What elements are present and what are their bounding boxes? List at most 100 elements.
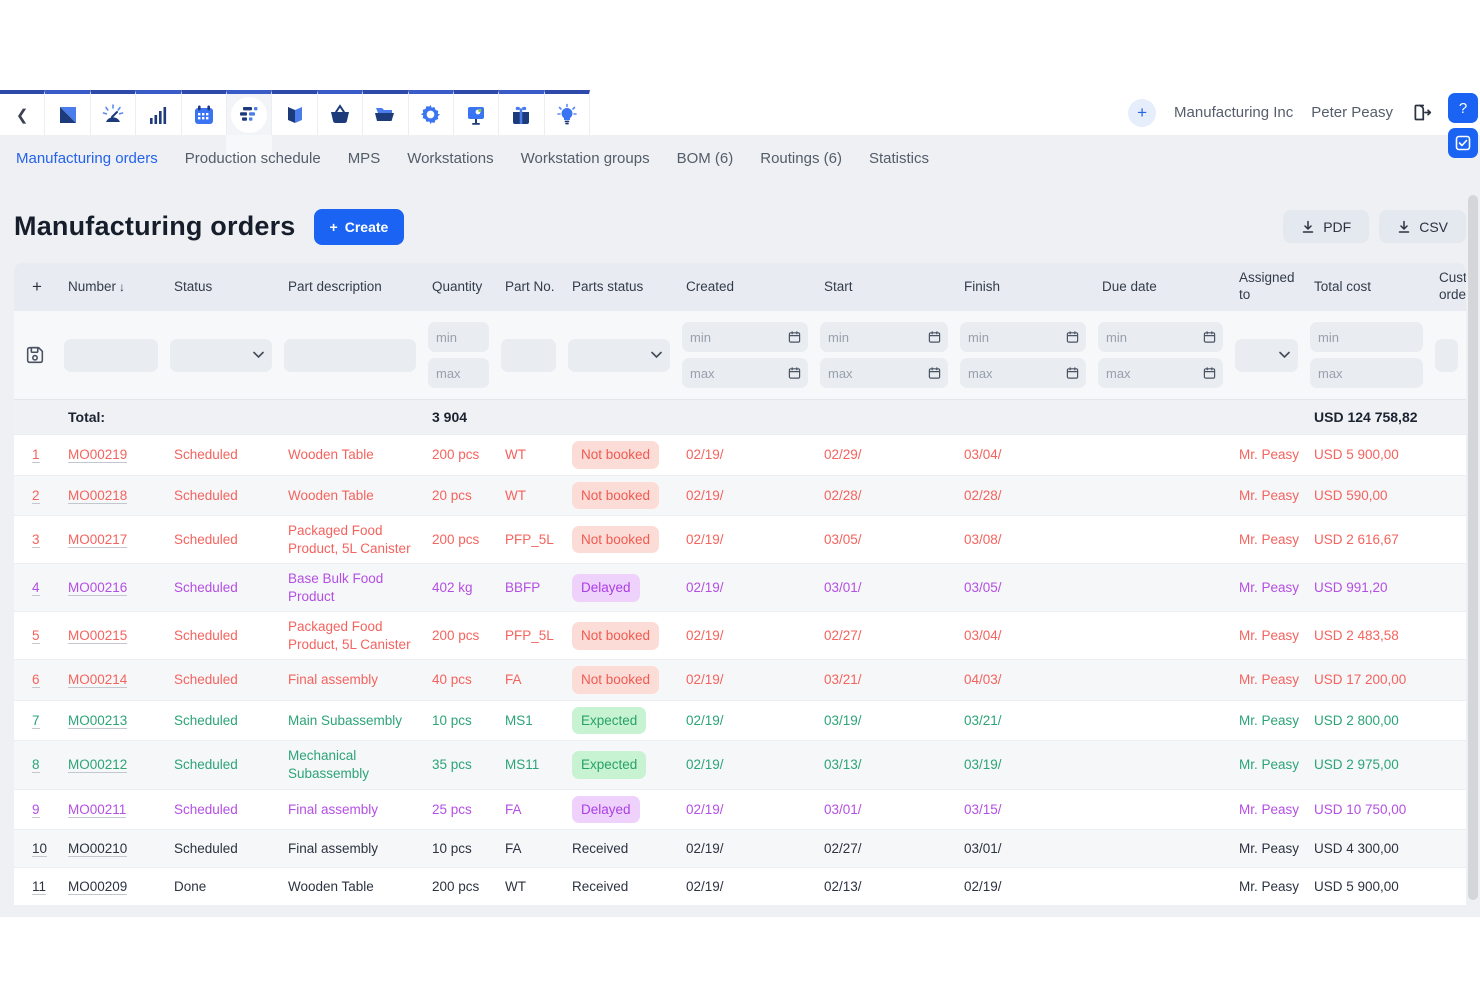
row-index-link[interactable]: 4 (32, 580, 40, 596)
module-rewards[interactable] (499, 90, 544, 135)
filter-customer-order-input[interactable] (1435, 339, 1458, 372)
filter-quantity-max-input[interactable] (428, 358, 489, 388)
column-header-quantity[interactable]: Quantity (424, 274, 497, 301)
column-header-parts-status[interactable]: Parts status (564, 274, 678, 301)
module-production-planning[interactable] (227, 90, 272, 135)
table-row[interactable]: 3 MO00217 Scheduled Packaged Food Produc… (14, 515, 1466, 563)
logout-icon[interactable] (1411, 102, 1432, 123)
tab-workstation-groups[interactable]: Workstation groups (521, 150, 650, 167)
column-header-number[interactable]: Number↓ (60, 274, 166, 301)
order-number-link[interactable]: MO00210 (68, 841, 127, 857)
filter-status-select[interactable] (170, 339, 272, 372)
filter-start-min-input[interactable] (820, 322, 948, 352)
row-index-link[interactable]: 8 (32, 757, 40, 773)
add-column-button[interactable]: + (14, 271, 60, 302)
row-index-link[interactable]: 7 (32, 713, 40, 729)
filter-finish-min-input[interactable] (960, 322, 1086, 352)
filter-start-max-input[interactable] (820, 358, 948, 388)
module-procurement[interactable] (318, 90, 363, 135)
vertical-scrollbar[interactable] (1468, 195, 1478, 900)
table-row[interactable]: 4 MO00216 Scheduled Base Bulk Food Produ… (14, 563, 1466, 611)
export-pdf-button[interactable]: PDF (1283, 210, 1369, 243)
row-index-link[interactable]: 10 (32, 841, 47, 857)
module-statistics[interactable] (136, 90, 181, 135)
order-number-link[interactable]: MO00218 (68, 488, 127, 504)
column-header-total-cost[interactable]: Total cost (1306, 274, 1431, 301)
module-crm[interactable] (91, 90, 136, 135)
export-csv-button[interactable]: CSV (1379, 210, 1466, 243)
column-header-part-no[interactable]: Part No. (497, 274, 564, 301)
column-header-customer-order[interactable]: Customer order (1431, 265, 1466, 309)
create-button[interactable]: + Create (314, 209, 405, 245)
module-settings[interactable] (409, 90, 454, 135)
filter-quantity-min-input[interactable] (428, 322, 489, 352)
filter-assigned-to-select[interactable] (1235, 339, 1298, 372)
user-name[interactable]: Peter Peasy (1311, 104, 1393, 121)
module-calendar[interactable] (182, 90, 227, 135)
filter-part-no-input[interactable] (501, 339, 556, 372)
module-stock[interactable] (272, 90, 317, 135)
module-kiosk[interactable] (454, 90, 499, 135)
tab-manufacturing-orders[interactable]: Manufacturing orders (16, 150, 158, 167)
filter-total-cost-min-input[interactable] (1310, 322, 1423, 352)
column-header-part-description[interactable]: Part description (280, 274, 424, 301)
order-number-link[interactable]: MO00219 (68, 447, 127, 463)
tasks-button[interactable] (1448, 128, 1478, 158)
part-number: WT (497, 481, 564, 511)
order-number-link[interactable]: MO00212 (68, 757, 127, 773)
table-row[interactable]: 8 MO00212 Scheduled Mechanical Subassemb… (14, 740, 1466, 788)
order-number-link[interactable]: MO00216 (68, 580, 127, 596)
module-dashboard[interactable] (45, 90, 90, 135)
table-row[interactable]: 1 MO00219 Scheduled Wooden Table 200 pcs… (14, 434, 1466, 475)
tab-production-schedule[interactable]: Production schedule (185, 150, 321, 167)
row-index-link[interactable]: 11 (32, 879, 46, 895)
back-button[interactable]: ❮ (0, 90, 45, 135)
table-row[interactable]: 6 MO00214 Scheduled Final assembly 40 pc… (14, 659, 1466, 700)
tab-statistics[interactable]: Statistics (869, 150, 929, 167)
column-header-start[interactable]: Start (816, 274, 956, 301)
filter-parts-status-select[interactable] (568, 339, 670, 372)
filter-created-max-input[interactable] (682, 358, 808, 388)
table-row[interactable]: 7 MO00213 Scheduled Main Subassembly 10 … (14, 700, 1466, 741)
column-header-created[interactable]: Created (678, 274, 816, 301)
filter-created-min-input[interactable] (682, 322, 808, 352)
tab-mps[interactable]: MPS (348, 150, 381, 167)
company-name[interactable]: Manufacturing Inc (1174, 104, 1293, 121)
order-number-link[interactable]: MO00217 (68, 532, 127, 548)
filter-number-input[interactable] (64, 339, 158, 372)
tab-bom-6-[interactable]: BOM (6) (677, 150, 734, 167)
column-header-status[interactable]: Status (166, 274, 280, 301)
row-index-link[interactable]: 5 (32, 628, 40, 644)
tab-workstations[interactable]: Workstations (407, 150, 493, 167)
order-number-link[interactable]: MO00211 (68, 802, 126, 818)
table-row[interactable]: 5 MO00215 Scheduled Packaged Food Produc… (14, 611, 1466, 659)
total-cost: USD 5 900,00 (1306, 440, 1431, 470)
filter-finish-max-input[interactable] (960, 358, 1086, 388)
row-index-link[interactable]: 9 (32, 802, 40, 818)
save-icon[interactable] (24, 344, 46, 366)
row-index-link[interactable]: 6 (32, 672, 40, 688)
filter-due-date-max-input[interactable] (1098, 358, 1223, 388)
order-number-link[interactable]: MO00213 (68, 713, 127, 729)
filter-part-description-input[interactable] (284, 339, 416, 372)
column-header-due-date[interactable]: Due date (1094, 274, 1231, 301)
table-row[interactable]: 10 MO00210 Scheduled Final assembly 10 p… (14, 829, 1466, 867)
module-documents[interactable] (363, 90, 408, 135)
tab-routings-6-[interactable]: Routings (6) (760, 150, 842, 167)
row-index-link[interactable]: 2 (32, 488, 40, 504)
column-header-finish[interactable]: Finish (956, 274, 1094, 301)
table-row[interactable]: 9 MO00211 Scheduled Final assembly 25 pc… (14, 789, 1466, 830)
row-index-link[interactable]: 1 (32, 447, 40, 463)
order-number-link[interactable]: MO00209 (68, 879, 127, 895)
table-row[interactable]: 2 MO00218 Scheduled Wooden Table 20 pcs … (14, 475, 1466, 516)
order-number-link[interactable]: MO00215 (68, 628, 127, 644)
row-index-link[interactable]: 3 (32, 532, 40, 548)
help-button[interactable]: ? (1448, 93, 1478, 123)
column-header-assigned-to[interactable]: Assigned to (1231, 265, 1306, 309)
module-ideas[interactable] (545, 90, 590, 135)
order-number-link[interactable]: MO00214 (68, 672, 127, 688)
filter-due-date-min-input[interactable] (1098, 322, 1223, 352)
filter-total-cost-max-input[interactable] (1310, 358, 1423, 388)
table-row[interactable]: 11 MO00209 Done Wooden Table 200 pcs WT … (14, 867, 1466, 905)
add-button[interactable]: + (1128, 99, 1156, 127)
